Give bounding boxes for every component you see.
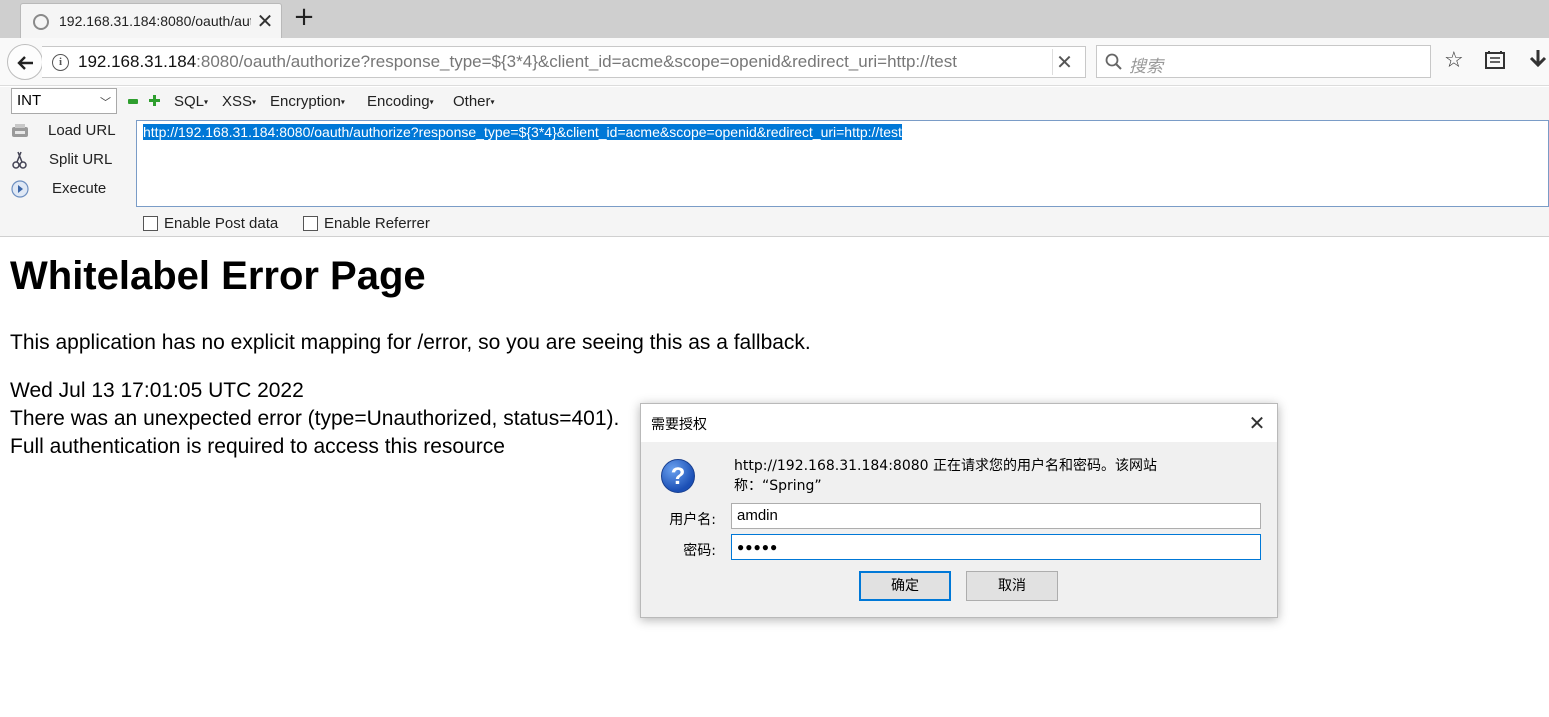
dialog-title: 需要授权 [651,417,707,433]
type-select[interactable]: INT ﹀ [11,88,117,114]
ok-button[interactable]: 确定 [859,571,951,601]
enable-referrer-checkbox[interactable]: Enable Referrer [303,215,443,233]
dialog-message: http://192.168.31.184:8080 正在请求您的用户名和密码。… [734,458,1158,494]
back-arrow-icon [17,56,33,70]
bookmark-star-icon[interactable]: ☆ [1444,48,1464,73]
execute-label: Execute [52,180,107,197]
error-type: There was an unexpected error (type=Unau… [10,407,620,430]
menu-xss-label: XSS [222,93,253,110]
enable-referrer-label: Enable Referrer [324,215,430,232]
reading-list-icon[interactable] [1484,50,1506,70]
increase-icon[interactable] [149,95,160,106]
search-bar[interactable]: 搜索 [1096,45,1431,78]
chevron-down-icon: ﹀ [100,97,111,109]
menu-encoding[interactable]: Encoding▾ [367,93,434,110]
menu-encoding-label: Encoding [367,93,430,110]
username-field[interactable]: amdin [731,503,1261,529]
back-button[interactable] [7,44,43,80]
cancel-button[interactable]: 取消 [966,571,1058,601]
scissors-icon [12,151,27,169]
execute-button[interactable]: Execute [10,177,125,203]
menu-encryption[interactable]: Encryption▾ [270,93,345,110]
menu-sql-label: SQL [174,93,205,110]
new-tab-button[interactable]: + [290,4,318,32]
loading-spinner-icon [33,14,49,30]
hackbar-url-textarea[interactable]: http://192.168.31.184:8080/oauth/authori… [136,120,1549,207]
load-url-button[interactable]: Load URL [10,119,125,145]
search-placeholder: 搜索 [1129,57,1163,77]
checkbox-box[interactable] [143,216,158,231]
dialog-close-icon[interactable]: ✕ [1243,410,1271,436]
username-label: 用户名: [669,512,716,528]
hackbar-panel: INT ﹀ SQL▾ XSS▾ Encryption▾ Encoding▾ Ot… [0,87,1549,237]
url-path: :8080/oauth/authorize?response_type=${3*… [196,52,957,71]
checkbox-box[interactable] [303,216,318,231]
play-icon [11,180,29,198]
error-timestamp: Wed Jul 13 17:01:05 UTC 2022 [10,379,304,402]
download-icon[interactable] [1528,48,1548,72]
search-icon [1105,53,1122,70]
type-select-value: INT [17,92,42,109]
clear-url-icon[interactable]: ✕ [1052,49,1076,75]
url-text[interactable]: 192.168.31.184:8080/oauth/authorize?resp… [78,52,1038,72]
password-field[interactable]: ●●●●● [731,534,1261,560]
menu-other-label: Other [453,93,491,110]
dialog-titlebar[interactable]: 需要授权 ✕ [641,404,1277,442]
decrease-icon[interactable] [128,99,138,104]
password-label: 密码: [683,543,716,559]
load-url-label: Load URL [48,122,116,139]
enable-post-checkbox[interactable]: Enable Post data [143,215,293,233]
browser-tab[interactable]: 192.168.31.184:8080/oauth/authorize?r ✕ [20,3,282,38]
menu-sql[interactable]: SQL▾ [174,93,208,110]
nav-bar: i 192.168.31.184:8080/oauth/authorize?re… [0,38,1549,86]
menu-xss[interactable]: XSS▾ [222,93,256,110]
error-message: Full authentication is required to acces… [10,435,505,458]
tab-title: 192.168.31.184:8080/oauth/authorize?r [59,13,251,29]
info-icon[interactable]: i [52,54,69,71]
selected-url-text: http://192.168.31.184:8080/oauth/authori… [143,124,902,140]
load-url-icon [12,124,28,137]
tab-close-icon[interactable]: ✕ [253,9,277,33]
menu-encryption-label: Encryption [270,93,341,110]
split-url-label: Split URL [49,151,113,168]
url-host: 192.168.31.184 [78,52,197,71]
enable-post-label: Enable Post data [164,215,279,232]
question-icon: ? [661,459,695,493]
error-description: This application has no explicit mapping… [10,331,811,354]
split-url-button[interactable]: Split URL [10,148,125,174]
page-title: Whitelabel Error Page [10,254,426,298]
auth-dialog: 需要授权 ✕ ? http://192.168.31.184:8080 正在请求… [640,403,1278,618]
tab-strip: 192.168.31.184:8080/oauth/authorize?r ✕ … [0,0,1549,38]
address-bar[interactable]: i 192.168.31.184:8080/oauth/authorize?re… [42,46,1086,78]
menu-other[interactable]: Other▾ [453,93,495,110]
